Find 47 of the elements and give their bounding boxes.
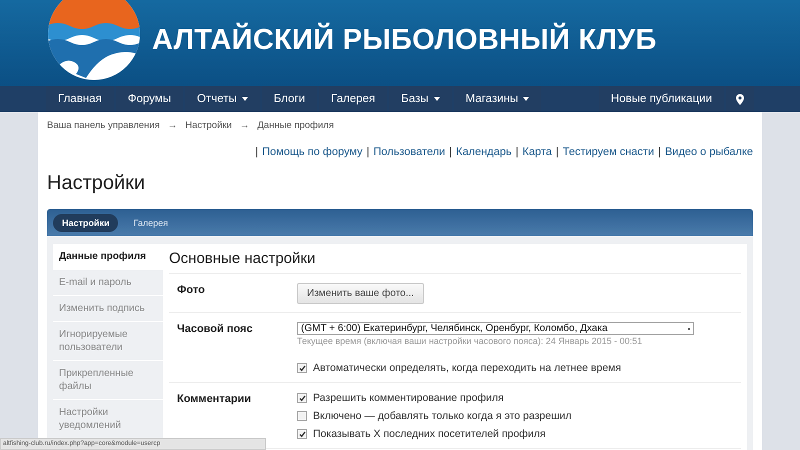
- nav-item[interactable]: Магазины: [454, 86, 542, 112]
- link-separator: |: [449, 146, 452, 158]
- quick-link[interactable]: Помощь по форуму: [262, 146, 363, 158]
- link-separator: |: [366, 146, 370, 158]
- link-separator: |: [516, 146, 518, 158]
- change-photo-button[interactable]: Изменить ваше фото...: [297, 283, 424, 304]
- nav-item[interactable]: Базы: [389, 86, 452, 112]
- breadcrumb-link[interactable]: Данные профиля: [257, 120, 334, 131]
- breadcrumb-separator: →: [168, 120, 178, 131]
- tab[interactable]: Настройки: [53, 214, 118, 232]
- checkbox-label: Автоматически определять, когда переходить на летнее время: [313, 362, 622, 374]
- timezone-select[interactable]: (GMT + 6:00) Екатеринбург, Челябинск, Оренбург, Коломбо, Дхака: [297, 322, 694, 335]
- breadcrumb-link[interactable]: Настройки: [185, 120, 232, 131]
- site-title: АЛТАЙСКИЙ РЫБОЛОВНЫЙ КЛУБ: [152, 24, 657, 56]
- nav-item[interactable]: Форумы: [116, 86, 183, 112]
- checkbox[interactable]: [297, 363, 307, 373]
- nav-item[interactable]: Новые публикации: [598, 86, 724, 112]
- breadcrumb-link[interactable]: Ваша панель управления: [47, 120, 160, 131]
- checkbox-label: Разрешить комментирование профиля: [313, 392, 504, 404]
- nav-item[interactable]: Галерея: [319, 86, 388, 112]
- quick-link[interactable]: Тестируем снасти: [562, 146, 654, 158]
- location-pin-button[interactable]: [726, 86, 754, 112]
- link-separator: |: [556, 146, 559, 158]
- nav-item[interactable]: Отчеты: [184, 86, 260, 112]
- field-label: Часовой пояс: [177, 322, 254, 337]
- nav-item[interactable]: Главная: [46, 86, 114, 112]
- field-label: Комментарии: [177, 392, 252, 407]
- hint-text: Текущее время (включая ваши настройки часового пояса): 24 Январь 2015 - 00:51: [297, 336, 642, 346]
- quick-link[interactable]: Календарь: [456, 146, 512, 158]
- quick-link[interactable]: Видео о рыбалке: [664, 146, 753, 158]
- nav-item[interactable]: Блоги: [262, 86, 318, 112]
- breadcrumb-separator: →: [240, 120, 250, 131]
- link-separator: |: [255, 146, 258, 158]
- tab[interactable]: Галерея: [124, 214, 177, 232]
- quick-link[interactable]: Карта: [522, 146, 552, 158]
- section-title: Основные настройки: [169, 250, 741, 274]
- checkbox-label: Включено — добавлять только когда я это разрешил: [313, 410, 572, 422]
- field-label: Фото: [177, 283, 206, 298]
- checkbox-label: Показывать X последних посетителей профиля: [313, 428, 546, 440]
- link-separator: |: [658, 146, 661, 158]
- location-pin-icon: [736, 94, 744, 104]
- checkbox[interactable]: [297, 411, 307, 421]
- checkbox[interactable]: [297, 429, 307, 439]
- page-title: Настройки: [47, 172, 146, 195]
- sidebar-item[interactable]: Данные профиля: [53, 244, 163, 270]
- quick-link[interactable]: Пользователи: [373, 146, 446, 158]
- checkbox[interactable]: [297, 393, 307, 403]
